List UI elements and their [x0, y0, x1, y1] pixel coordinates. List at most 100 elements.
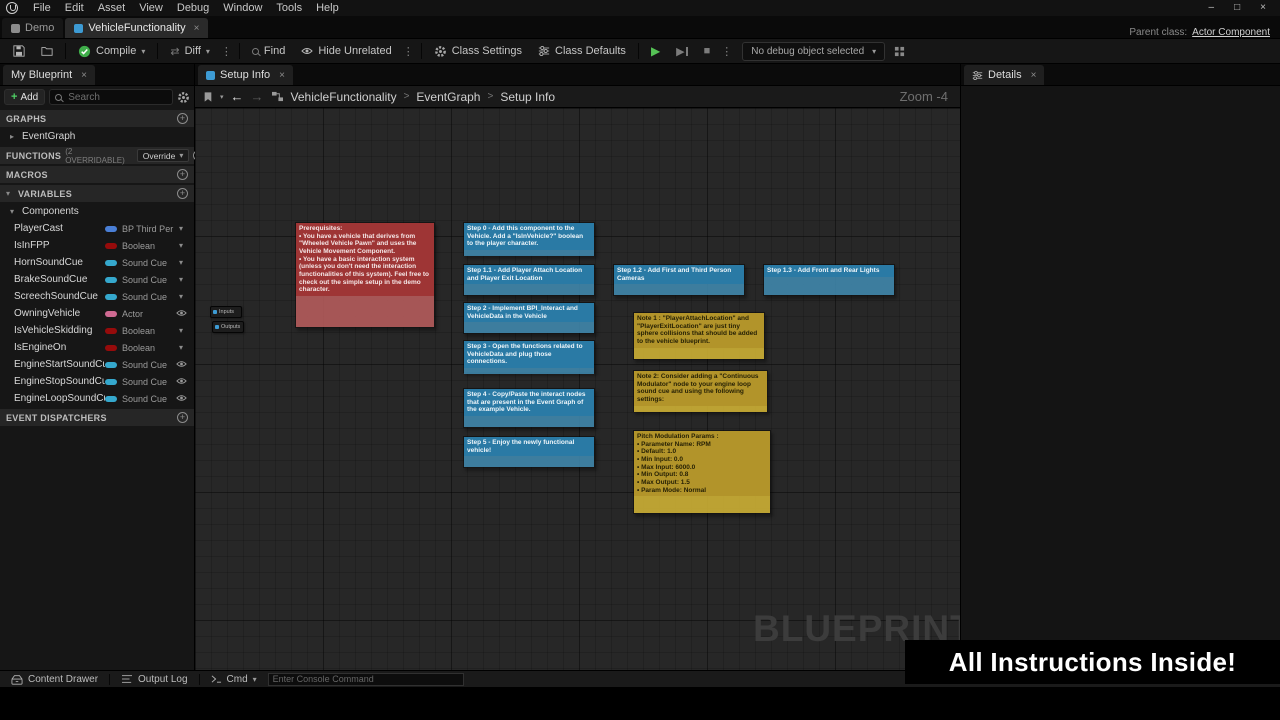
- close-icon[interactable]: ×: [1031, 70, 1037, 81]
- comment-note-2[interactable]: Note 2: Consider adding a "Continuous Mo…: [633, 370, 768, 412]
- play-options-icon[interactable]: ⋮: [719, 45, 734, 58]
- tab-demo[interactable]: Demo: [2, 18, 64, 38]
- variable-row-brakesoundcue[interactable]: BrakeSoundCue Sound Cue ▾: [0, 271, 194, 288]
- comment-step-1-2[interactable]: Step 1.2 - Add First and Third Person Ca…: [613, 264, 745, 296]
- comment-pitch-modulation-params[interactable]: Pitch Modulation Params : • Parameter Na…: [633, 430, 771, 514]
- comment-step-1-1[interactable]: Step 1.1 - Add Player Attach Location an…: [463, 264, 595, 296]
- class-settings-button[interactable]: Class Settings: [427, 40, 529, 62]
- browse-debug-button[interactable]: [887, 40, 912, 62]
- maximize-icon[interactable]: □: [1234, 0, 1240, 16]
- eye-icon[interactable]: [174, 309, 188, 319]
- override-dropdown[interactable]: Override ▾: [136, 149, 190, 162]
- variable-row-enginestopsoundcue[interactable]: EngineStopSoundCue Sound Cue: [0, 373, 194, 390]
- variable-row-screechsoundcue[interactable]: ScreechSoundCue Sound Cue ▾: [0, 288, 194, 305]
- comment-prerequisites[interactable]: Prerequisites: • You have a vehicle that…: [295, 222, 435, 328]
- expander-icon[interactable]: ▾: [6, 189, 14, 198]
- chevron-down-icon[interactable]: ▾: [220, 93, 224, 101]
- add-macro-icon[interactable]: +: [177, 169, 188, 180]
- stop-button[interactable]: ■: [697, 40, 718, 62]
- breadcrumb-eventgraph[interactable]: EventGraph: [416, 90, 480, 104]
- tab-my-blueprint[interactable]: My Blueprint ×: [3, 65, 95, 85]
- graphs-section-header[interactable]: GRAPHS +: [0, 110, 194, 127]
- menu-file[interactable]: File: [26, 2, 58, 14]
- variable-row-owningvehicle[interactable]: OwningVehicle Actor: [0, 305, 194, 322]
- menu-view[interactable]: View: [132, 2, 170, 14]
- event-dispatchers-section-header[interactable]: EVENT DISPATCHERS +: [0, 409, 194, 426]
- tab-setup-info[interactable]: Setup Info ×: [198, 65, 293, 85]
- breadcrumb-setup-info[interactable]: Setup Info: [500, 90, 555, 104]
- debug-object-select[interactable]: No debug object selected ▾: [742, 41, 886, 61]
- inputs-node[interactable]: Inputs: [210, 306, 242, 318]
- variable-row-hornsoundcue[interactable]: HornSoundCue Sound Cue ▾: [0, 254, 194, 271]
- add-event-dispatcher-icon[interactable]: +: [177, 412, 188, 423]
- variable-row-isvehicleskidding[interactable]: IsVehicleSkidding Boolean ▾: [0, 322, 194, 339]
- add-button[interactable]: + Add: [4, 89, 46, 105]
- expander-icon[interactable]: ▸: [10, 132, 18, 141]
- gear-icon[interactable]: [177, 91, 190, 104]
- dots-menu-icon[interactable]: ⋮: [219, 45, 234, 58]
- eye-icon[interactable]: [174, 394, 188, 404]
- outputs-node[interactable]: Outputs: [212, 321, 244, 333]
- add-graph-icon[interactable]: +: [177, 113, 188, 124]
- variable-row-playercast[interactable]: PlayerCast BP Third Per ▾: [0, 220, 194, 237]
- graph-canvas[interactable]: BLUEPRINT Inputs Outputs Prerequisites: …: [195, 108, 960, 670]
- close-icon[interactable]: ×: [1260, 0, 1266, 16]
- close-icon[interactable]: ×: [194, 23, 200, 34]
- variable-row-isinfpp[interactable]: IsInFPP Boolean ▾: [0, 237, 194, 254]
- find-button[interactable]: Find: [245, 40, 292, 62]
- functions-section-header[interactable]: FUNCTIONS (2 OVERRIDABLE) Override ▾ +: [0, 147, 205, 165]
- chevron-down-icon[interactable]: ▾: [174, 258, 188, 267]
- comment-step-3[interactable]: Step 3 - Open the functions related to V…: [463, 340, 595, 374]
- close-icon[interactable]: ×: [279, 70, 285, 81]
- hide-unrelated-button[interactable]: Hide Unrelated: [294, 40, 398, 62]
- comment-step-1-3[interactable]: Step 1.3 - Add Front and Rear Lights: [763, 264, 895, 296]
- expander-icon[interactable]: ▾: [10, 207, 18, 216]
- browse-to-asset-button[interactable]: [34, 40, 60, 62]
- dots-menu-icon[interactable]: ⋮: [401, 45, 416, 58]
- menu-tools[interactable]: Tools: [269, 2, 309, 14]
- variable-row-enginestartsoundcue[interactable]: EngineStartSoundCue Sound Cue: [0, 356, 194, 373]
- menu-window[interactable]: Window: [216, 2, 269, 14]
- tab-vehiclefunctionality[interactable]: VehicleFunctionality ×: [65, 18, 209, 38]
- menu-asset[interactable]: Asset: [91, 2, 133, 14]
- compile-button[interactable]: Compile ▾: [71, 40, 152, 62]
- close-icon[interactable]: ×: [81, 70, 87, 81]
- back-arrow-icon[interactable]: ←: [231, 89, 244, 104]
- frame-skip-button[interactable]: ▶: [669, 40, 694, 62]
- comment-step-2[interactable]: Step 2 - Implement BPI_Interact and Vehi…: [463, 302, 595, 334]
- breadcrumb-vehiclefunctionality[interactable]: VehicleFunctionality: [291, 90, 397, 104]
- search-input[interactable]: [66, 90, 167, 104]
- menu-debug[interactable]: Debug: [170, 2, 216, 14]
- chevron-down-icon[interactable]: ▾: [174, 275, 188, 284]
- output-log-button[interactable]: Output Log: [116, 674, 192, 685]
- menu-help[interactable]: Help: [309, 2, 346, 14]
- diff-button[interactable]: ⇄ Diff ▾: [163, 40, 217, 62]
- menu-edit[interactable]: Edit: [58, 2, 91, 14]
- add-variable-icon[interactable]: +: [177, 188, 188, 199]
- chevron-down-icon[interactable]: ▾: [174, 326, 188, 335]
- bookmark-icon[interactable]: [203, 91, 213, 103]
- tab-details[interactable]: Details ×: [964, 65, 1045, 85]
- play-button[interactable]: ▶: [644, 40, 667, 62]
- chevron-down-icon[interactable]: ▾: [174, 343, 188, 352]
- console-command-input[interactable]: [267, 672, 464, 686]
- eye-icon[interactable]: [174, 360, 188, 370]
- class-defaults-button[interactable]: Class Defaults: [531, 40, 633, 62]
- variables-section-header[interactable]: ▾ VARIABLES +: [0, 185, 194, 202]
- variable-row-isengineon[interactable]: IsEngineOn Boolean ▾: [0, 339, 194, 356]
- chevron-down-icon[interactable]: ▾: [174, 224, 188, 233]
- minimize-icon[interactable]: –: [1209, 0, 1215, 16]
- forward-arrow-icon[interactable]: →: [251, 89, 264, 104]
- comment-step-4[interactable]: Step 4 - Copy/Paste the interact nodes t…: [463, 388, 595, 428]
- comment-note-1[interactable]: Note 1 : "PlayerAttachLocation" and "Pla…: [633, 312, 765, 360]
- comment-step-5[interactable]: Step 5 - Enjoy the newly functional vehi…: [463, 436, 595, 468]
- eventgraph-item[interactable]: ▸ EventGraph: [0, 127, 194, 145]
- cmd-dropdown[interactable]: Cmd ▾: [206, 674, 262, 685]
- save-button[interactable]: [6, 40, 32, 62]
- content-drawer-button[interactable]: Content Drawer: [6, 674, 103, 685]
- chevron-down-icon[interactable]: ▾: [174, 292, 188, 301]
- components-category[interactable]: ▾ Components: [0, 202, 194, 220]
- chevron-down-icon[interactable]: ▾: [174, 241, 188, 250]
- eye-icon[interactable]: [174, 377, 188, 387]
- parent-class-link[interactable]: Actor Component: [1192, 27, 1270, 38]
